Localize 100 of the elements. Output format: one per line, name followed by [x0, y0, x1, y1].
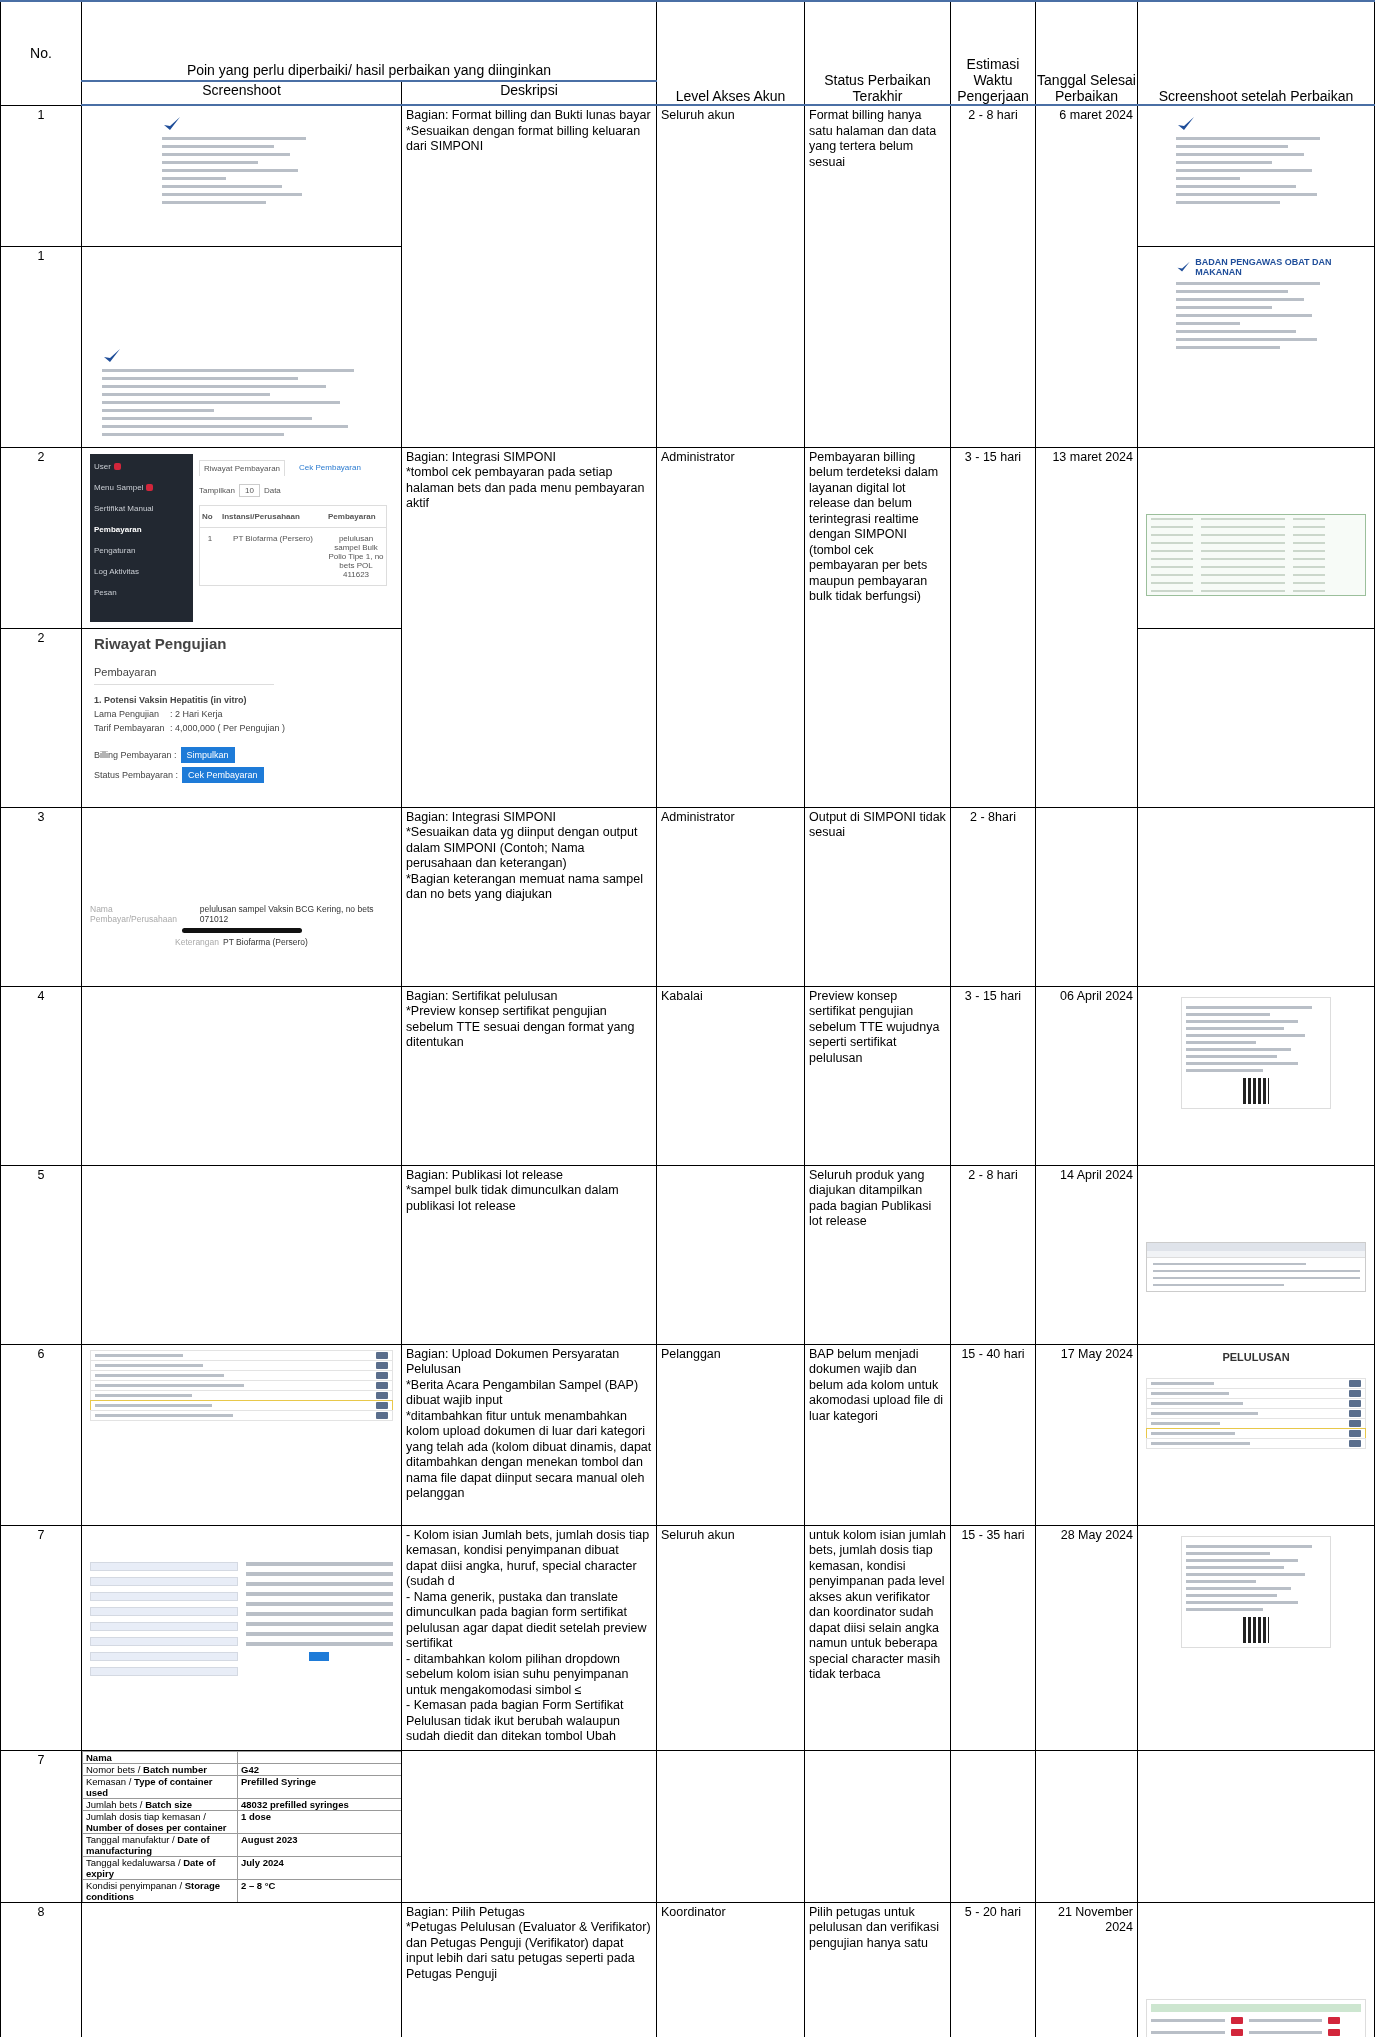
completion-date: 17 May 2024: [1059, 1345, 1134, 1363]
section-title: Pembayaran: [94, 665, 274, 685]
show-unit: Data: [263, 485, 281, 495]
field-label: Status Pembayaran :: [94, 769, 179, 780]
table-cell-text: 1: [206, 532, 214, 545]
estimate-text: 2 - 8hari: [969, 808, 1017, 826]
column-header: Instansi/Perusahaan: [220, 505, 326, 528]
sidebar-item[interactable]: Menu Sampel: [94, 482, 189, 492]
upload-button-icon[interactable]: [1349, 1429, 1361, 1437]
upload-button-icon[interactable]: [1349, 1379, 1361, 1387]
column-group-header: Poin yang perlu diperbaiki/ hasil perbaikan yang diinginkan: [81, 1, 657, 81]
action-button[interactable]: Cek Pembayaran: [182, 766, 264, 783]
row-number: 2: [0, 628, 82, 807]
sidebar-item[interactable]: Sertifikat Manual: [94, 503, 189, 513]
estimate-text: 2 - 8 hari: [967, 107, 1019, 124]
column-header: No.: [0, 1, 82, 105]
upload-button-icon[interactable]: [376, 1371, 388, 1379]
status-text: Seluruh produk yang diajukan ditampilkan pada bagian Publikasi lot release: [808, 1166, 933, 1230]
row-number: 1: [0, 105, 82, 246]
sidebar-item[interactable]: Pesan: [94, 587, 189, 597]
row-number: 8: [0, 1902, 82, 2037]
test-name: 1. Potensi Vaksin Hepatitis (in vitro): [94, 694, 248, 705]
upload-button-icon[interactable]: [1349, 1409, 1361, 1417]
field-value: : 2 Hari Kerja: [170, 708, 223, 719]
access-level: Administrator: [660, 448, 736, 466]
description-text: Bagian: Pilih Petugas *Petugas Pelulusan (Evaluator & Verifikator) dan Petugas Penguji (Verifikator) dapat input lebih dari satu petugas seperti pada Petugas Penguji: [405, 1903, 652, 1983]
tab[interactable]: Cek Pembayaran: [295, 459, 365, 476]
column-header: Deskripsi: [401, 81, 657, 105]
status-text: Format billing hanya satu halaman dan data yang tertera belum sesuai: [808, 107, 938, 171]
upload-button-icon[interactable]: [376, 1351, 388, 1359]
upload-button-icon[interactable]: [376, 1391, 388, 1399]
status-text: Preview konsep sertifikat pengujian sebelum TTE wujudnya seperti sertifikat pelulusan: [808, 987, 941, 1067]
upload-button-icon[interactable]: [376, 1361, 388, 1369]
row-number: 2: [0, 447, 82, 628]
row-number: 7: [0, 1750, 82, 1902]
estimate-text: 3 - 15 hari: [963, 448, 1023, 466]
row-number: 5: [0, 1165, 82, 1344]
access-level: Koordinator: [660, 1903, 727, 1921]
status-text: BAP belum menjadi dokumen wajib dan belum ada kolom untuk akomodasi upload file di luar kategori: [808, 1345, 945, 1425]
action-button[interactable]: Simpulkan: [180, 746, 235, 763]
upload-button-icon[interactable]: [376, 1401, 388, 1409]
column-header: Screenshoot: [81, 81, 402, 105]
description-text: Bagian: Publikasi lot release *sampel bulk tidak dimunculkan dalam publikasi lot release: [405, 1166, 620, 1215]
field-value: : 4,000,000 ( Per Pengujian ): [170, 722, 286, 733]
tab[interactable]: Riwayat Pembayaran: [199, 459, 286, 476]
status-text: untuk kolom isian jumlah bets, jumlah dosis tiap kemasan, kondisi penyimpanan pada level akses akun verifikator dan koordinator sudah dapat diisi selain angka namun untuk beberapa special character masih tidak terbaca: [808, 1526, 947, 1683]
completion-date: 13 maret 2024: [1051, 448, 1134, 466]
column-header: Level Akses Akun: [656, 1, 805, 105]
check-logo-icon: [1176, 116, 1196, 132]
access-level: Administrator: [660, 808, 736, 826]
table-cell: Nama: [82, 1751, 238, 1764]
description-text: Bagian: Integrasi SIMPONI *tombol cek pembayaran pada setiap halaman bets dan pada menu pembayaran aktif: [405, 448, 646, 512]
upload-button-icon[interactable]: [376, 1381, 388, 1389]
description-text: Bagian: Upload Dokumen Persyaratan Pelulusan *Berita Acara Pengambilan Sampel (BAP) dibuat wajib input *ditambahkan fitur untuk menambahkan kolom upload dokumen di luar dari kategori yang telah ada (kolom dibuat dinamis, dapat ditambahkan dengan menekan tombol dan nama file dapat diinput secara manual oleh pelanggan: [405, 1345, 653, 1502]
field-label: Keterangan: [175, 936, 220, 947]
column-header: Estimasi Waktu Pengerjaan: [950, 1, 1036, 105]
field-value: PT Biofarma (Persero): [223, 936, 308, 947]
column-header: No: [200, 505, 220, 528]
field-value: pelulusan sampel Vaksin BCG Kering, no bets 071012: [199, 903, 375, 924]
estimate-text: 15 - 35 hari: [960, 1526, 1026, 1544]
access-level: Pelanggan: [660, 1345, 722, 1363]
field-label: Billing Pembayaran :: [94, 749, 177, 760]
upload-button-icon[interactable]: [1349, 1439, 1361, 1447]
page-size-select[interactable]: 10: [239, 483, 260, 497]
sidebar-item[interactable]: Log Aktivitas: [94, 566, 189, 576]
status-text: Output di SIMPONI tidak sesuai: [808, 808, 947, 841]
field-label: Nama Pembayar/Perusahaan: [90, 903, 178, 924]
upload-button-icon[interactable]: [1349, 1389, 1361, 1397]
field-label: Lama Pengujian: [94, 708, 161, 719]
access-level: Kabalai: [660, 987, 704, 1005]
sidebar-item[interactable]: User: [94, 461, 189, 471]
show-label: Tampilkan: [199, 485, 235, 495]
estimate-text: 5 - 20 hari: [963, 1903, 1023, 1921]
row-number: 1: [0, 246, 82, 447]
column-header: Status Perbaikan Terakhir: [804, 1, 951, 105]
row-number: 4: [0, 986, 82, 1165]
row-number: 7: [0, 1525, 82, 1750]
upload-button-icon[interactable]: [1349, 1399, 1361, 1407]
table-cell-text: PT Biofarma (Persero): [232, 532, 314, 545]
column-header: Screenshoot setelah Perbaikan: [1137, 1, 1375, 105]
column-header: Tanggal Selesai Perbaikan: [1035, 1, 1138, 105]
field-label: Tarif Pembayaran: [94, 722, 166, 733]
description-text: Bagian: Sertifikat pelulusan *Preview konsep sertifikat pengujian sebelum TTE sesuai dengan format yang ditentukan: [405, 987, 636, 1051]
completion-date: 6 maret 2024: [1058, 107, 1134, 124]
estimate-text: 3 - 15 hari: [963, 987, 1023, 1005]
estimate-text: 2 - 8 hari: [967, 1166, 1019, 1184]
completion-date: 28 May 2024: [1059, 1526, 1134, 1544]
column-header: Pembayaran: [326, 505, 386, 528]
completion-date: 21 November 2024: [1056, 1903, 1134, 1936]
upload-button-icon[interactable]: [376, 1411, 388, 1419]
sidebar-item[interactable]: Pembayaran: [94, 524, 189, 534]
description-text: Bagian: Integrasi SIMPONI *Sesuaikan data yg diinput dengan output dalam SIMPONI (Contoh; Nama perusahaan dan keterangan) *Bagian keterangan memuat nama sampel dan no bets yang diajukan: [405, 808, 644, 903]
completion-date: 14 April 2024: [1059, 1166, 1134, 1184]
description-text: Bagian: Format billing dan Bukti lunas bayar *Sesuaikan dengan format billing keluaran dari SIMPONI: [405, 107, 652, 155]
sidebar-item[interactable]: Pengaturan: [94, 545, 189, 555]
row-number: 3: [0, 807, 82, 986]
upload-button-icon[interactable]: [1349, 1419, 1361, 1427]
status-text: Pilih petugas untuk pelulusan dan verifikasi pengujian hanya satu: [808, 1903, 940, 1952]
document-title: BADAN PENGAWAS OBAT DAN MAKANAN: [1195, 256, 1333, 277]
page-title: Riwayat Pengujian: [94, 634, 228, 652]
